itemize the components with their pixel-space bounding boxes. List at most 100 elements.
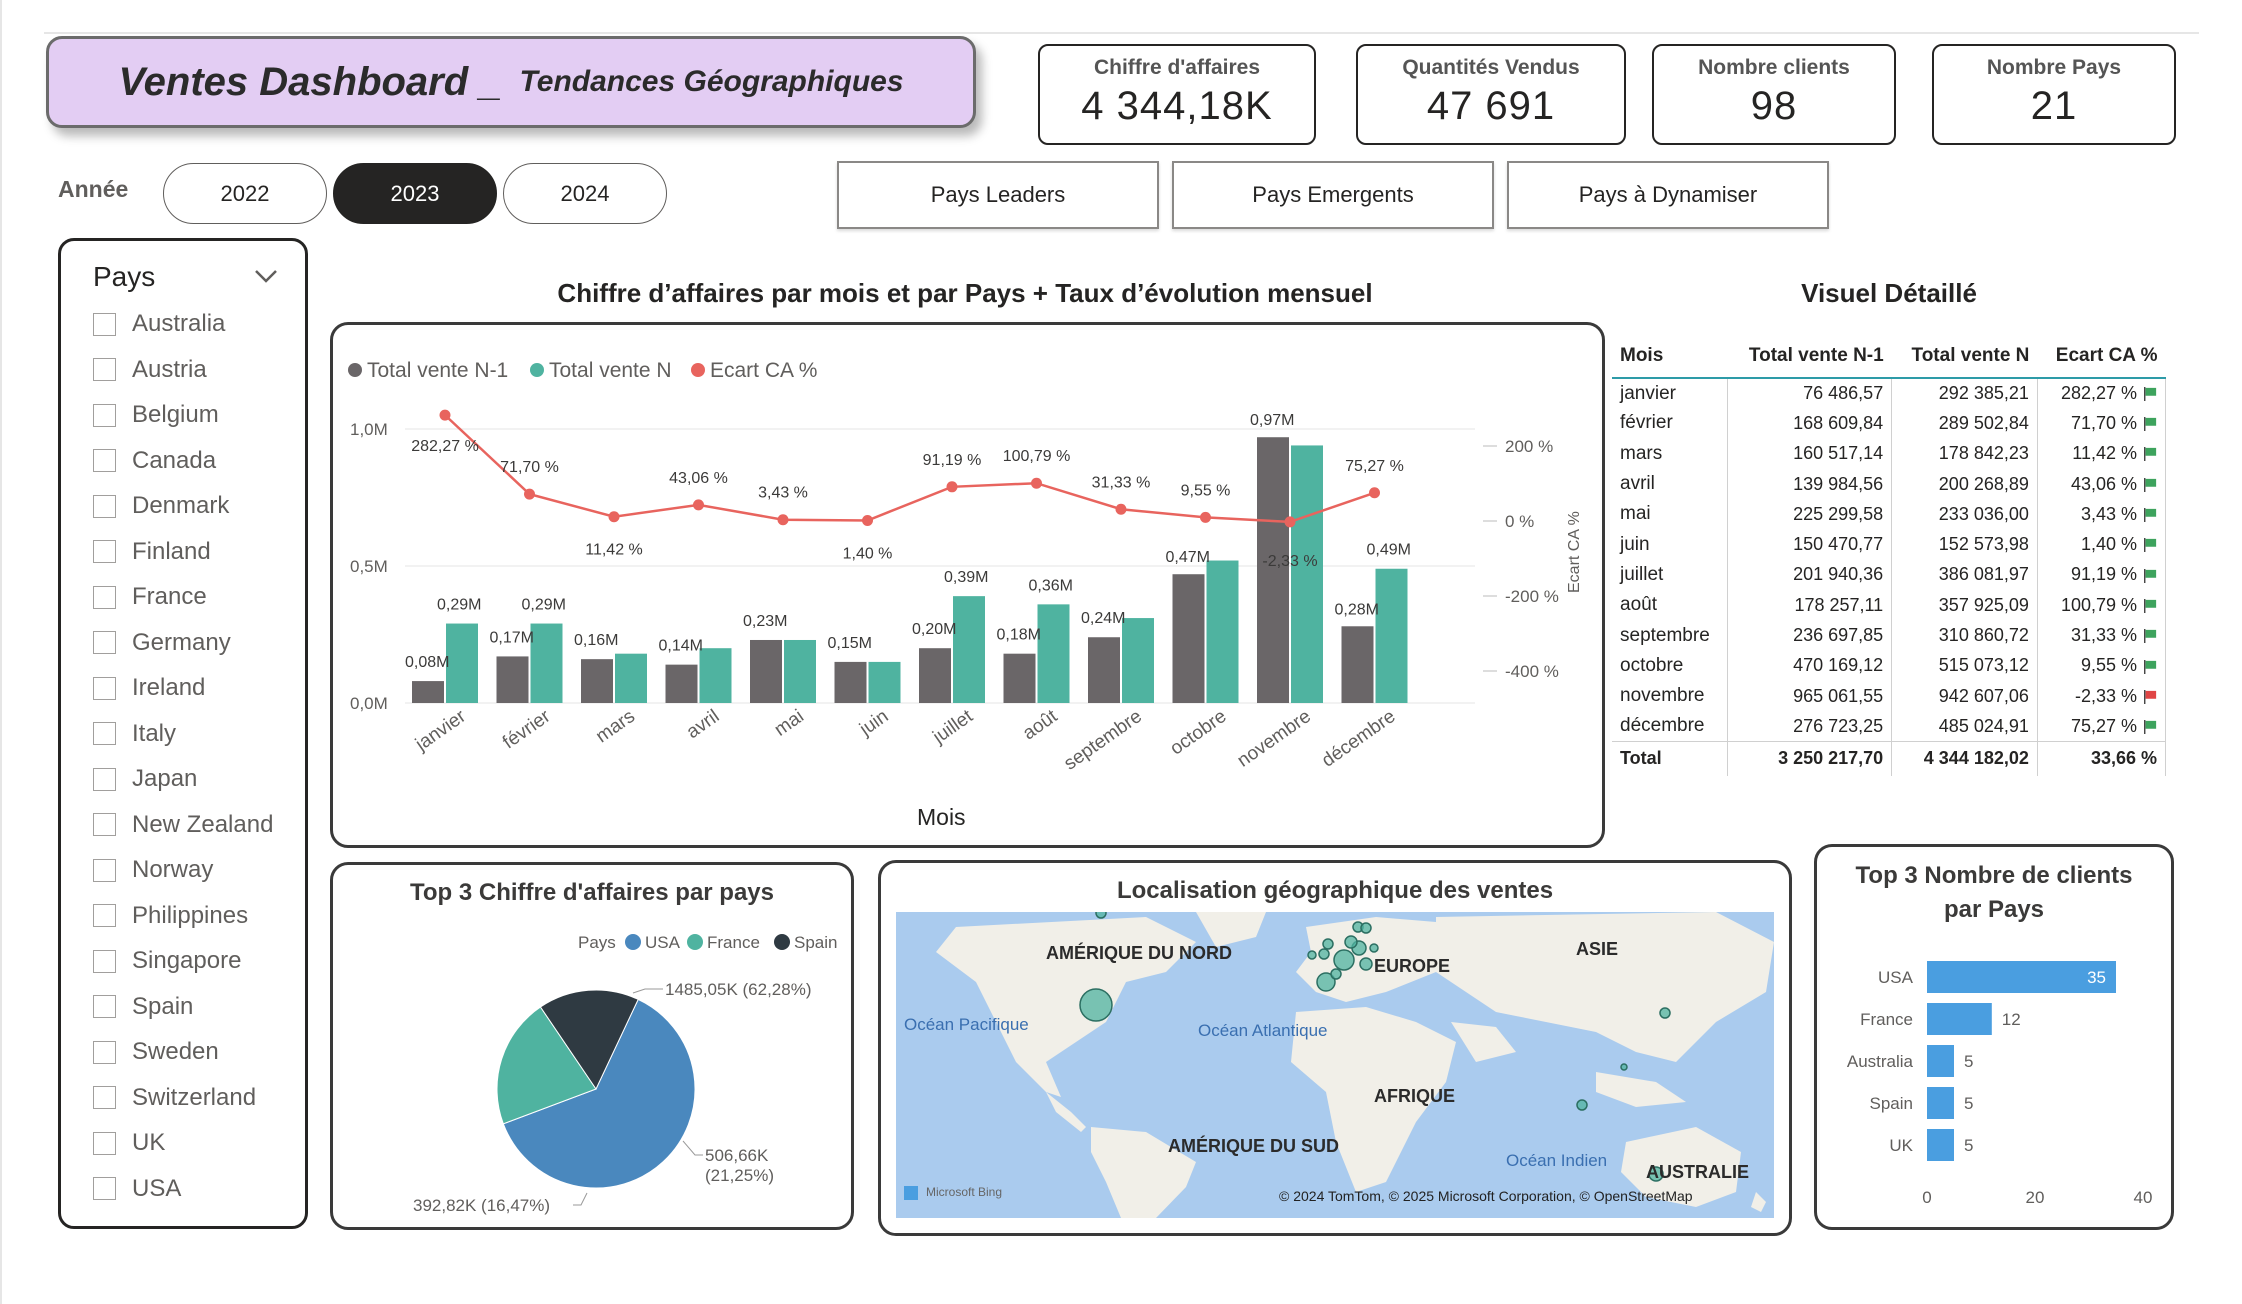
nav-button-pays-leaders[interactable]: Pays Leaders xyxy=(837,161,1159,229)
year-filter-label: Année xyxy=(58,176,129,202)
nav-button-pays-emergents[interactable]: Pays Emergents xyxy=(1172,161,1494,229)
bar-value-label: 12 xyxy=(2002,1010,2021,1029)
kpi-card-clients: Nombre clients 98 xyxy=(1652,44,1896,145)
slicer-item-usa[interactable]: USA xyxy=(93,1172,181,1206)
slicer-item-austria[interactable]: Austria xyxy=(93,353,207,387)
column-header[interactable]: Ecart CA % xyxy=(2037,334,2166,379)
bar-prev xyxy=(1003,653,1036,703)
checkbox[interactable] xyxy=(93,585,116,609)
pie-label: (21,25%) xyxy=(705,1166,774,1185)
checkbox[interactable] xyxy=(93,767,116,791)
bar-prev-label: 0,23M xyxy=(743,613,787,630)
slicer-item-ireland[interactable]: Ireland xyxy=(93,671,205,705)
slicer-item-italy[interactable]: Italy xyxy=(93,717,176,751)
slicer-item-canada[interactable]: Canada xyxy=(93,444,216,478)
sales-map[interactable]: AMÉRIQUE DU NORD EUROPE ASIE AFRIQUE AMÉ… xyxy=(896,912,1774,1218)
slicer-item-belgium[interactable]: Belgium xyxy=(93,398,219,432)
combo-chart: Total vente N-1 Total vente N Ecart CA % 1,… xyxy=(348,359,1583,830)
year-pill-2024[interactable]: 2024 xyxy=(503,163,667,224)
bar-prev xyxy=(581,659,613,703)
line-point xyxy=(1200,511,1211,523)
slicer-item-finland[interactable]: Finland xyxy=(93,535,211,569)
table-cell: juin xyxy=(1620,533,1650,555)
column-header[interactable]: Total vente N-1 xyxy=(1727,334,1892,379)
slicer-item-singapore[interactable]: Singapore xyxy=(93,944,241,978)
table-cell: octobre xyxy=(1620,654,1684,676)
slicer-item-australia[interactable]: Australia xyxy=(93,307,225,341)
chevron-down-icon[interactable] xyxy=(251,261,281,291)
slicer-item-uk[interactable]: UK xyxy=(93,1126,165,1160)
slicer-item-switzerland[interactable]: Switzerland xyxy=(93,1081,256,1115)
checkbox[interactable] xyxy=(93,1086,116,1109)
checkbox[interactable] xyxy=(93,813,116,836)
bar-curr xyxy=(1037,604,1070,703)
line-point xyxy=(693,499,704,511)
x-tick-label: novembre xyxy=(1234,706,1315,772)
slicer-item-spain[interactable]: Spain xyxy=(93,990,193,1024)
checkbox[interactable] xyxy=(93,312,116,336)
checkbox[interactable] xyxy=(93,676,116,700)
year-pill-2023[interactable]: 2023 xyxy=(333,163,497,224)
bar-prev-label: 0,08M xyxy=(405,654,449,671)
year-pill-2022[interactable]: 2022 xyxy=(163,163,327,224)
checkbox[interactable] xyxy=(93,995,116,1018)
slicer-item-denmark[interactable]: Denmark xyxy=(93,489,229,523)
bar-curr-label: 0,39M xyxy=(944,569,988,586)
slicer-item-philippines[interactable]: Philippines xyxy=(93,899,248,933)
checkbox[interactable] xyxy=(93,449,116,472)
table-cell: février xyxy=(1620,412,1673,434)
column-header[interactable]: Total vente N xyxy=(1891,334,2038,379)
slicer-item-new-zealand[interactable]: New Zealand xyxy=(93,808,273,842)
table-cell: 100,79 % xyxy=(2060,594,2137,615)
table-cell: 178 257,11 xyxy=(1794,594,1884,615)
x-tick-label: mars xyxy=(592,706,639,747)
checkbox[interactable] xyxy=(93,494,116,518)
table-row: novembre 965 061,55 942 607,06 -2,33 % xyxy=(1612,680,2167,712)
pie-chart-panel: Top 3 Chiffre d'affaires par pays Pays US… xyxy=(330,862,854,1230)
slicer-item-label: Italy xyxy=(132,719,177,747)
slicer-item-label: USA xyxy=(132,1174,182,1202)
bar-curr xyxy=(615,653,647,703)
slicer-item-label: New Zealand xyxy=(132,810,274,838)
line-label: 9,55 % xyxy=(1181,482,1231,499)
map-label-pacific: Océan Pacifique xyxy=(904,1015,1029,1034)
country-slicer: Pays Australia Austria Belgium Canada Denmar… xyxy=(58,238,308,1229)
slicer-item-japan[interactable]: Japan xyxy=(93,762,197,796)
checkbox[interactable] xyxy=(93,949,116,973)
line-label: 282,27 % xyxy=(411,438,479,455)
checkbox[interactable] xyxy=(93,358,116,381)
checkbox[interactable] xyxy=(93,904,116,927)
checkbox[interactable] xyxy=(93,631,116,654)
slicer-item-france[interactable]: France xyxy=(93,580,207,614)
legend-marker xyxy=(348,363,362,377)
checkbox[interactable] xyxy=(93,858,116,882)
checkbox[interactable] xyxy=(93,540,116,563)
x-tick-label: février xyxy=(499,706,555,754)
slicer-item-germany[interactable]: Germany xyxy=(93,626,231,660)
table-cell: 76 486,57 xyxy=(1803,383,1884,404)
kpi-label: Nombre clients xyxy=(1698,56,1850,79)
slicer-item-sweden[interactable]: Sweden xyxy=(93,1035,219,1069)
green-flag-icon xyxy=(2144,719,2157,734)
slicer-item-label: Singapore xyxy=(132,947,242,974)
kpi-card-quantity: Quantités Vendus 47 691 xyxy=(1356,44,1626,145)
table-cell: 1,40 % xyxy=(2080,534,2137,555)
page-subtitle: Tendances Géographiques xyxy=(519,65,904,98)
checkbox[interactable] xyxy=(93,1131,116,1155)
table-row: septembre 236 697,85 310 860,72 31,33 % xyxy=(1612,620,2167,651)
kpi-value: 21 xyxy=(2030,84,2078,128)
bar-curr xyxy=(1375,568,1408,703)
checkbox[interactable] xyxy=(93,1177,116,1200)
nav-button-pays-dynamiser[interactable]: Pays à Dynamiser xyxy=(1507,161,1829,229)
table-row: mars 160 517,14 178 842,23 11,42 % xyxy=(1612,438,2167,469)
checkbox[interactable] xyxy=(93,1040,116,1064)
bar-value-label: 5 xyxy=(1964,1136,1973,1155)
legend-item: Ecart CA % xyxy=(710,359,817,382)
total-cell: 4 344 182,02 xyxy=(1891,741,2038,776)
line-point xyxy=(862,514,873,526)
column-header[interactable]: Mois xyxy=(1612,334,1728,379)
slicer-item-norway[interactable]: Norway xyxy=(93,853,213,887)
checkbox[interactable] xyxy=(93,722,116,745)
line-point xyxy=(1115,503,1127,515)
checkbox[interactable] xyxy=(93,403,116,427)
